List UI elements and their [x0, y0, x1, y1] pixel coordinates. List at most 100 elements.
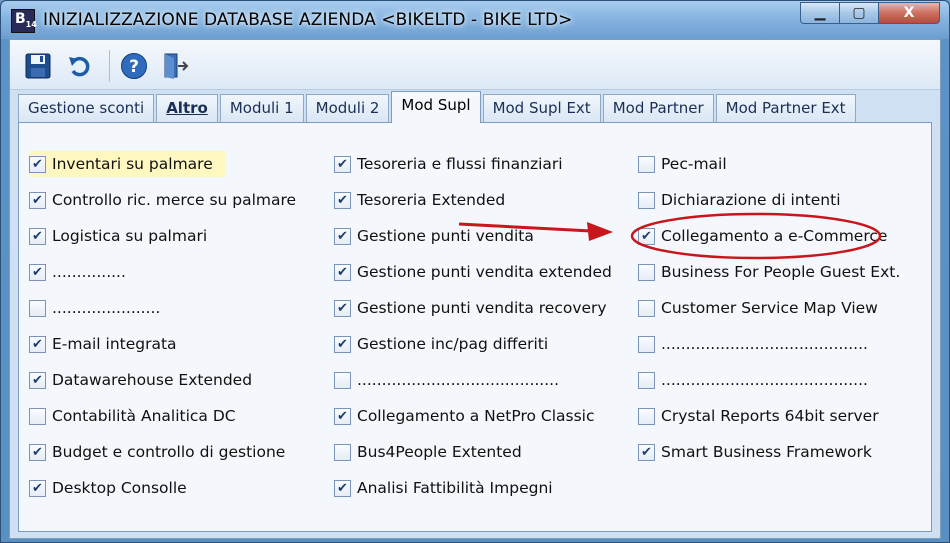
checkbox-unchecked[interactable]	[29, 407, 46, 425]
window-title: INIZIALIZZAZIONE DATABASE AZIENDA <BIKEL…	[43, 10, 573, 30]
checkmark-icon: ✔	[337, 264, 348, 280]
checkmark-icon: ✔	[337, 192, 348, 208]
checkbox-row[interactable]: ........................................…	[638, 367, 868, 393]
checkbox-label: Controllo ric. merce su palmare	[52, 191, 297, 209]
checkbox-row[interactable]: ✔ Controllo ric. merce su palmare	[29, 187, 296, 213]
checkbox-unchecked[interactable]	[638, 191, 655, 209]
checkbox-unchecked[interactable]	[638, 263, 655, 281]
checkbox-row[interactable]: ✔ Inventari su palmare	[29, 151, 225, 177]
checkbox-row[interactable]: ✔ Gestione inc/pag differiti	[334, 331, 548, 357]
checkbox-row[interactable]: Contabilità Analitica DC	[29, 403, 236, 429]
checkbox-checked[interactable]: ✔	[334, 155, 351, 173]
checkbox-row[interactable]: ✔ Gestione punti vendita extended	[334, 259, 612, 285]
checkbox-unchecked[interactable]	[638, 407, 655, 425]
checkbox-checked[interactable]: ✔	[638, 227, 655, 245]
checkmark-icon: ✔	[32, 372, 43, 388]
checkbox-unchecked[interactable]	[334, 443, 351, 461]
checkbox-row[interactable]: ✔...............	[29, 259, 126, 285]
checkmark-icon: ✔	[32, 192, 43, 208]
tab-moduli-2[interactable]: Moduli 2	[305, 94, 390, 123]
checkbox-row[interactable]: ✔ Tesoreria Extended	[334, 187, 505, 213]
checkbox-unchecked[interactable]	[638, 371, 655, 389]
checkbox-checked[interactable]: ✔	[29, 155, 46, 173]
checkbox-row[interactable]: ✔ Budget e controllo di gestione	[29, 439, 285, 465]
checkbox-checked[interactable]: ✔	[29, 263, 46, 281]
tab-moduli-1[interactable]: Moduli 1	[219, 94, 304, 123]
checkbox-checked[interactable]: ✔	[29, 191, 46, 209]
checkbox-row[interactable]: ✔ Gestione punti vendita	[334, 223, 534, 249]
checkbox-checked[interactable]: ✔	[334, 227, 351, 245]
checkbox-row[interactable]: ✔ Gestione punti vendita recovery	[334, 295, 607, 321]
checkbox-checked[interactable]: ✔	[334, 479, 351, 497]
checkmark-icon: ✔	[32, 228, 43, 244]
checkbox-checked[interactable]: ✔	[334, 191, 351, 209]
checkbox-checked[interactable]: ✔	[29, 371, 46, 389]
checkbox-row[interactable]: Bus4People Extented	[334, 439, 522, 465]
checkbox-label: Business For People Guest Ext.	[661, 263, 901, 281]
checkmark-icon: ✔	[32, 264, 43, 280]
checkbox-row[interactable]: ✔ E-mail integrata	[29, 331, 177, 357]
checkbox-row[interactable]: Customer Service Map View	[638, 295, 878, 321]
checkbox-checked[interactable]: ✔	[334, 407, 351, 425]
checkbox-row[interactable]: ✔ Collegamento a NetPro Classic	[334, 403, 595, 429]
checkbox-checked[interactable]: ✔	[29, 335, 46, 353]
checkbox-label: Logistica su palmari	[52, 227, 208, 245]
exit-button[interactable]	[162, 52, 190, 80]
checkbox-unchecked[interactable]	[29, 299, 46, 317]
checkbox-label: ........................................…	[357, 371, 560, 389]
checkbox-label: Customer Service Map View	[661, 299, 878, 317]
checkbox-checked[interactable]: ✔	[29, 479, 46, 497]
exit-icon	[164, 53, 189, 79]
checkbox-row[interactable]: ✔ Smart Business Framework	[638, 439, 872, 465]
minimize-button[interactable]: ▁	[800, 2, 840, 24]
checkbox-label: Gestione punti vendita	[357, 227, 534, 245]
checkbox-row[interactable]: ✔ Desktop Consolle	[29, 475, 187, 501]
checkbox-row[interactable]: ......................	[29, 295, 160, 321]
checkbox-checked[interactable]: ✔	[334, 299, 351, 317]
checkbox-row[interactable]: ✔ Tesoreria e flussi finanziari	[334, 151, 563, 177]
checkbox-checked[interactable]: ✔	[29, 443, 46, 461]
checkmark-icon: ✔	[32, 336, 43, 352]
tab-mod-partner[interactable]: Mod Partner	[602, 94, 714, 123]
checkbox-checked[interactable]: ✔	[638, 443, 655, 461]
undo-button[interactable]	[66, 52, 94, 80]
checkbox-label: Contabilità Analitica DC	[52, 407, 236, 425]
help-button[interactable]: ?	[120, 52, 148, 80]
checkbox-row[interactable]: Dichiarazione di intenti	[638, 187, 841, 213]
close-button[interactable]: X	[878, 2, 940, 24]
checkbox-unchecked[interactable]	[334, 371, 351, 389]
checkbox-label: ......................	[52, 299, 161, 317]
checkbox-label: Gestione inc/pag differiti	[357, 335, 549, 353]
checkbox-row[interactable]: ✔ Datawarehouse Extended	[29, 367, 252, 393]
checkbox-unchecked[interactable]	[638, 299, 655, 317]
checkbox-row[interactable]: ✔ Collegamento a e-Commerce	[638, 223, 887, 249]
checkbox-row[interactable]: Pec-mail	[638, 151, 727, 177]
checkbox-label: Gestione punti vendita extended	[357, 263, 612, 281]
tab-altro[interactable]: Altro	[156, 94, 218, 123]
save-button[interactable]	[24, 52, 52, 80]
checkbox-checked[interactable]: ✔	[29, 227, 46, 245]
tab-bar: Gestione sconti Altro Moduli 1 Moduli 2 …	[18, 91, 858, 123]
checkbox-label: ...............	[52, 263, 126, 281]
checkbox-row[interactable]: ✔ Analisi Fattibilità Impegni	[334, 475, 553, 501]
checkbox-row[interactable]: ✔ Logistica su palmari	[29, 223, 207, 249]
checkbox-unchecked[interactable]	[638, 335, 655, 353]
checkbox-checked[interactable]: ✔	[334, 335, 351, 353]
checkbox-unchecked[interactable]	[638, 155, 655, 173]
checkbox-row[interactable]: Crystal Reports 64bit server	[638, 403, 879, 429]
checkbox-row[interactable]: ........................................…	[334, 367, 559, 393]
checkbox-row[interactable]: ........................................…	[638, 331, 868, 357]
tab-mod-partner-ext[interactable]: Mod Partner Ext	[715, 94, 856, 123]
window: B14 INIZIALIZZAZIONE DATABASE AZIENDA <B…	[0, 0, 950, 543]
checkbox-row[interactable]: Business For People Guest Ext.	[638, 259, 900, 285]
maximize-button[interactable]: ▢	[839, 2, 879, 24]
checkbox-label: Tesoreria e flussi finanziari	[357, 155, 563, 173]
checkbox-checked[interactable]: ✔	[334, 263, 351, 281]
tab-gestione-sconti[interactable]: Gestione sconti	[18, 94, 155, 123]
tab-mod-supl-ext[interactable]: Mod Supl Ext	[482, 94, 601, 123]
title-bar[interactable]: B14 INIZIALIZZAZIONE DATABASE AZIENDA <B…	[1, 1, 949, 39]
checkmark-icon: ✔	[337, 300, 348, 316]
tab-panel-mod-supl	[18, 122, 932, 532]
checkmark-icon: ✔	[337, 228, 348, 244]
tab-mod-supl[interactable]: Mod Supl	[391, 91, 481, 123]
